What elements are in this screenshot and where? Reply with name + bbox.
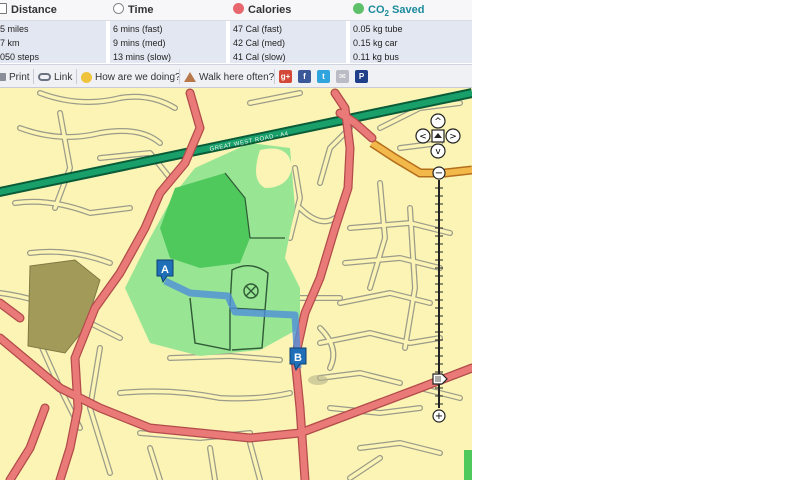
co2-column: CO2 Saved 0.05 kg tube 0.15 kg car 0.11 … [350,0,472,64]
parking-share-icon[interactable]: P [355,70,368,83]
distance-column: Distance 5 miles 7 km 050 steps [0,0,110,64]
distance-icon [0,3,7,14]
co2-tube: 0.05 kg tube [353,24,403,34]
pan-down-icon: v [435,147,441,157]
co2-bus: 0.11 kg bus [353,52,399,62]
heart-icon [233,3,244,14]
distance-values: 5 miles 7 km 050 steps [0,21,110,63]
link-button[interactable]: Link [38,69,72,85]
google-plus-share-icon[interactable]: g+ [279,70,292,83]
route-map[interactable]: GREAT WEST ROAD - A4 A B ^ v < > − + [0,88,472,480]
time-fast: 6 mins (fast) [113,24,163,34]
house-icon [184,72,196,82]
calories-label: Calories [248,4,292,16]
time-slow: 13 mins (slow) [113,52,172,62]
calories-heading: Calories [233,3,291,16]
calories-values: 47 Cal (fast) 42 Cal (med) 41 Cal (slow) [230,21,350,63]
map-edge-park [464,450,472,480]
leaf-icon [353,3,364,14]
email-share-icon[interactable]: ✉ [336,70,349,83]
time-column: Time 6 mins (fast) 9 mins (med) 13 mins … [110,0,230,64]
walk-often-button[interactable]: Walk here often? [184,69,274,85]
clock-icon [113,3,124,14]
co2-label-rest: Saved [388,4,425,16]
distance-steps: 050 steps [0,52,40,62]
co2-values: 0.05 kg tube 0.15 kg car 0.11 kg bus [350,21,472,63]
twitter-share-icon[interactable]: t [317,70,330,83]
feedback-label: How are we doing? [95,71,181,83]
smiley-icon [81,71,92,83]
map-canvas[interactable]: GREAT WEST ROAD - A4 A B ^ v < > − + [0,88,472,480]
calories-slow: 41 Cal (slow) [233,52,286,62]
distance-km: 7 km [0,38,20,48]
co2-car: 0.15 kg car [353,38,398,48]
destination-shadow [308,375,328,385]
pan-up-icon: ^ [434,117,442,127]
calories-med: 42 Cal (med) [233,38,286,48]
distance-label: Distance [11,4,57,16]
feedback-button[interactable]: How are we doing? [81,69,181,85]
time-heading: Time [113,3,153,16]
distance-heading: Distance [0,3,57,16]
toolbar-divider [76,69,77,84]
end-marker-label: B [294,352,302,364]
calories-column: Calories 47 Cal (fast) 42 Cal (med) 41 C… [230,0,350,64]
time-med: 9 mins (med) [113,38,166,48]
time-values: 6 mins (fast) 9 mins (med) 13 mins (slow… [110,21,230,63]
co2-heading: CO2 Saved [353,3,424,18]
route-stats: Distance 5 miles 7 km 050 steps Time 6 m… [0,0,472,64]
zoom-out-icon: − [435,168,443,179]
map-toolbar: Print Link How are we doing? Walk here o… [0,64,472,88]
print-button[interactable]: Print [0,69,30,85]
calories-fast: 47 Cal (fast) [233,24,283,34]
walk-planner-panel: Distance 5 miles 7 km 050 steps Time 6 m… [0,0,472,480]
distance-miles: 5 miles [0,24,29,34]
link-label: Link [54,71,73,83]
print-label: Print [9,71,30,83]
toolbar-divider [33,69,34,84]
pan-left-icon: < [419,132,427,142]
facebook-share-icon[interactable]: f [298,70,311,83]
toolbar-divider [179,69,180,84]
time-label: Time [128,4,154,16]
toolbar-divider [274,69,275,84]
zoom-in-icon: + [435,411,443,422]
walk-often-label: Walk here often? [199,71,275,83]
start-marker-label: A [161,264,169,276]
pan-right-icon: > [449,132,457,142]
co2-label-main: CO [368,4,385,16]
printer-icon [0,73,6,81]
chain-link-icon [38,73,51,81]
